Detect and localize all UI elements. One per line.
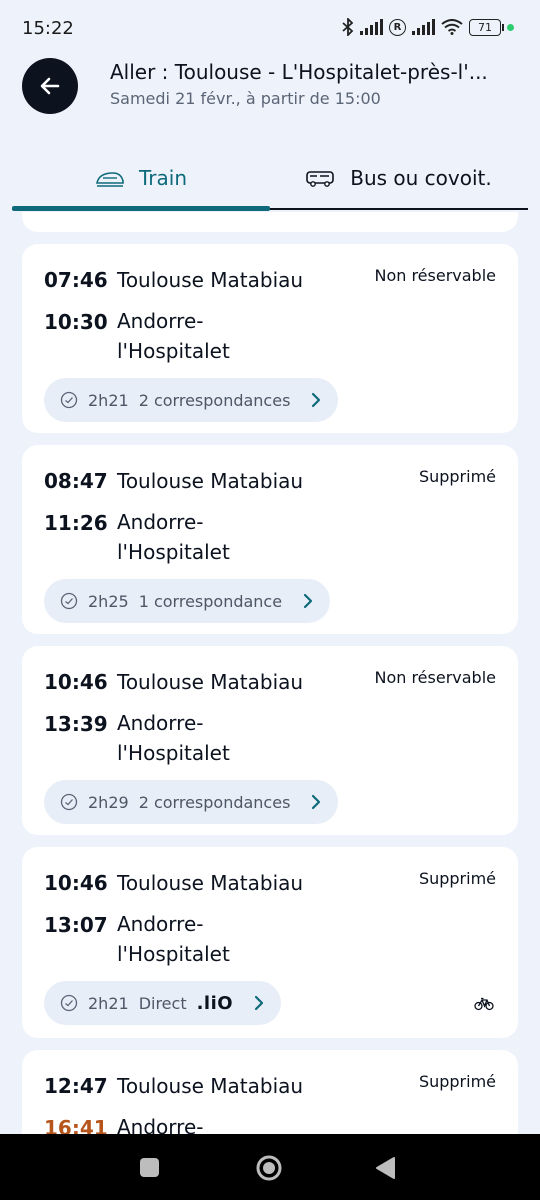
page-title: Aller : Toulouse - L'Hospitalet-près-l'.… [110,60,488,84]
journey-card[interactable]: 10:46 Toulouse Matabiau 13:39 Andorre- l… [22,646,518,835]
arrival-station: Andorre- l'Hospitalet [117,510,230,564]
departure-station: Toulouse Matabiau [117,469,304,493]
status-label: Non réservable [374,668,496,687]
clock-icon [60,592,78,610]
connections: 2 correspondances [138,792,291,812]
journey-card[interactable]: 10:46 Toulouse Matabiau 13:07 Andorre- l… [22,847,518,1038]
clock-icon [60,391,78,409]
signal-icon [360,19,383,35]
mode-tabs: Train Bus ou covoit. [12,148,528,212]
chevron-right-icon [312,392,321,408]
arrival-time: 16:41 [44,1116,108,1134]
journey-card[interactable]: 08:47 Toulouse Matabiau 11:26 Andorre- l… [22,445,518,634]
arrival-station: Andorre- l'Hospitalet [117,711,230,765]
departure-station: Toulouse Matabiau [117,268,304,292]
arrival-time: 10:30 [44,310,108,334]
arrival-station: Andorre- l'Hospitalet [117,309,230,363]
departure-time: 07:46 [44,268,108,292]
departure-station: Toulouse Matabiau [117,1074,304,1098]
arrival-time: 13:07 [44,913,108,937]
status-icons: R 71 [342,18,514,36]
status-bar: 15:22 R 71 [0,0,540,56]
journey-details-button[interactable]: 2h29 2 correspondances [44,780,339,824]
arrival-station: Andorre- [117,1115,204,1134]
departure-time: 10:46 [44,871,108,895]
duration: 2h21 [88,993,129,1013]
clock-icon [60,994,78,1012]
journey-details-button[interactable]: 2h21 Direct .liO [44,981,282,1025]
duration: 2h25 [88,591,129,611]
journey-list[interactable]: 07:46 Toulouse Matabiau 10:30 Andorre- l… [0,212,540,1134]
tab-bus-label: Bus ou covoit. [350,166,492,190]
duration: 2h29 [88,792,129,812]
arrival-time: 13:39 [44,712,108,736]
battery-icon: 71 [469,18,504,36]
system-back-button[interactable] [374,1156,396,1180]
departure-time: 08:47 [44,469,108,493]
tab-train-label: Train [139,166,187,190]
back-button[interactable] [22,58,78,114]
departure-time: 10:46 [44,670,108,694]
status-label: Supprimé [418,1072,496,1091]
duration: 2h21 [88,390,129,410]
train-icon [96,172,124,187]
roaming-icon: R [389,18,406,36]
page-subtitle: Samedi 21 févr., à partir de 15:00 [110,89,381,108]
tab-bus[interactable]: Bus ou covoit. [270,148,528,208]
connections: 1 correspondance [138,591,283,611]
chevron-right-icon [303,593,313,609]
chevron-right-icon [312,794,321,810]
tab-train[interactable]: Train [12,148,270,208]
arrow-left-icon [40,77,60,95]
bike-icon [474,997,494,1011]
connections: Direct [138,993,187,1013]
journey-details-button[interactable]: 2h21 2 correspondances [44,378,339,422]
journey-card[interactable]: 07:46 Toulouse Matabiau 10:30 Andorre- l… [22,244,518,433]
status-label: Non réservable [374,266,496,285]
bluetooth-icon [342,18,354,36]
status-label: Supprimé [418,869,496,888]
previous-card-edge [22,212,518,232]
journey-details-button[interactable]: 2h25 1 correspondance [44,579,331,623]
arrival-time: 11:26 [44,511,108,535]
recent-apps-button[interactable] [140,1158,159,1177]
departure-station: Toulouse Matabiau [117,871,304,895]
active-dot [507,23,514,31]
departure-station: Toulouse Matabiau [117,670,304,694]
tab-indicator [12,206,270,211]
signal-icon-2 [412,19,435,35]
clock-icon [60,793,78,811]
operator-logo: .liO [196,992,234,1014]
status-label: Supprimé [418,467,496,486]
home-button[interactable] [256,1155,282,1181]
departure-time: 12:47 [44,1074,108,1098]
connections: 2 correspondances [138,390,291,410]
bus-icon [306,171,335,187]
status-time: 15:22 [22,18,74,39]
chevron-right-icon [254,995,264,1011]
system-nav-bar [0,1134,540,1200]
journey-card[interactable]: 12:47 Toulouse Matabiau 16:41 Andorre- S… [22,1050,518,1134]
wifi-icon [441,19,463,35]
arrival-station: Andorre- l'Hospitalet [117,912,230,966]
